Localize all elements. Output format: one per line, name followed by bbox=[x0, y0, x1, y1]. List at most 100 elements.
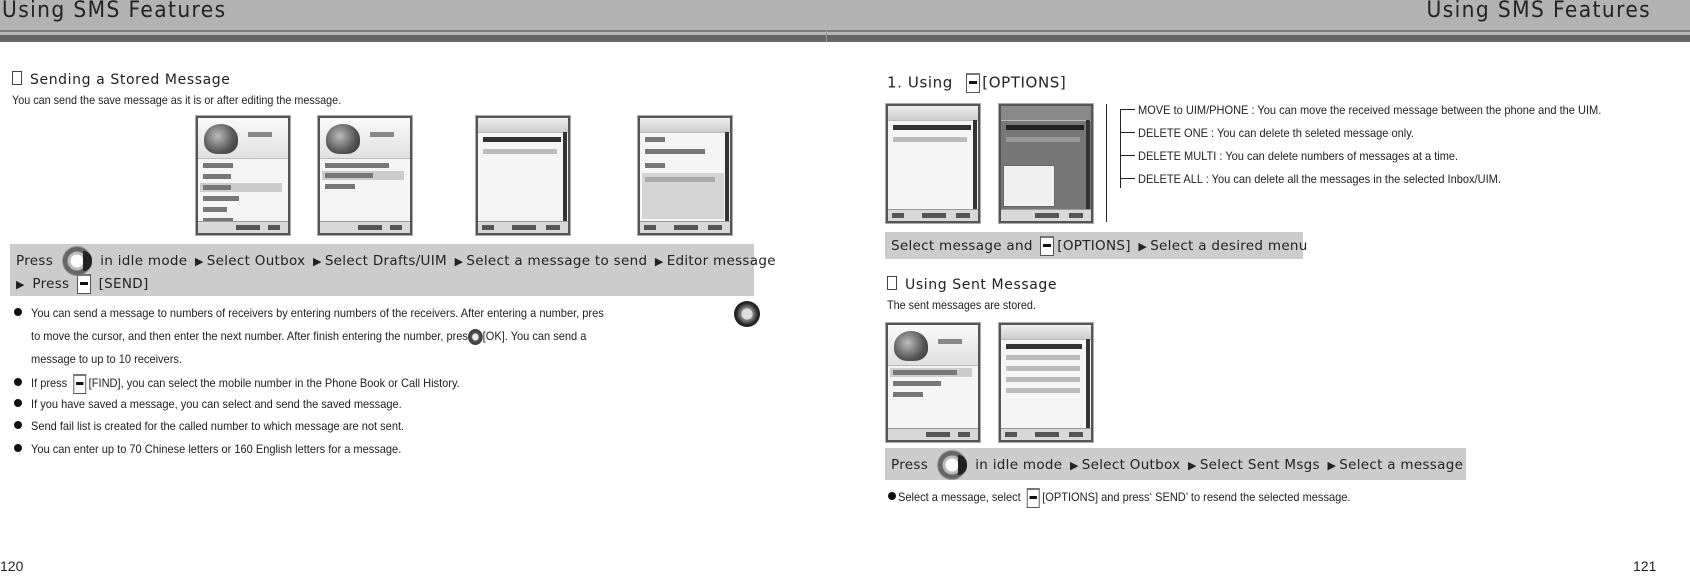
soft-key-icon bbox=[966, 73, 981, 93]
bullet-continuation: message to up to 10 receivers. bbox=[31, 352, 195, 366]
phone-screenshot-editor bbox=[638, 116, 732, 235]
bullet-text: If you have saved a message, you can sel… bbox=[31, 397, 402, 411]
bullet-continuation: to move the cursor, and then enter the n… bbox=[31, 329, 635, 345]
bullet-item: If you have saved a message, you can sel… bbox=[14, 397, 434, 411]
bullet-dot-icon bbox=[14, 308, 22, 316]
menu-item-text: DELETE ONE : You can delete th seleted m… bbox=[1138, 126, 1414, 140]
arrow-right-icon: ▶ bbox=[313, 255, 322, 268]
arrow-right-icon: ▶ bbox=[1188, 459, 1197, 472]
instruction-text: Select message and bbox=[891, 238, 1033, 254]
options-label: [OPTIONS] bbox=[982, 73, 1067, 92]
menu-item-delete-one: DELETE ONE : You can delete th seleted m… bbox=[1120, 126, 1438, 140]
note-text-part: [OPTIONS] and press‘ SEND’ to resend the… bbox=[1042, 490, 1351, 505]
section-title-text: 1. Using bbox=[887, 73, 953, 92]
menu-item-text: MOVE to UIM/PHONE : You can move the rec… bbox=[1138, 103, 1602, 117]
section-title-using-options: 1. Using [OPTIONS] bbox=[887, 73, 1066, 93]
press-label: Press bbox=[32, 276, 70, 292]
section-title-sending-stored: Sending a Stored Message bbox=[12, 71, 231, 88]
page-number-right: 121 bbox=[1633, 558, 1657, 574]
soft-key-icon bbox=[1040, 236, 1055, 256]
bullet-dot-icon bbox=[14, 399, 22, 407]
arrow-right-icon: ▶ bbox=[1069, 459, 1079, 472]
step-text: Editor message bbox=[666, 253, 776, 269]
step-text: Select a message bbox=[1339, 457, 1464, 473]
arrow-right-icon: ▶ bbox=[654, 255, 664, 268]
section-title-text: Using Sent Message bbox=[905, 277, 1058, 293]
phone-screenshot-outbox-sent bbox=[886, 323, 980, 442]
section-title-using-sent: Using Sent Message bbox=[887, 276, 1057, 293]
section-title-text: Sending a Stored Message bbox=[30, 72, 231, 88]
right-header-title: Using SMS Features bbox=[1426, 0, 1651, 23]
section-bullet-icon bbox=[12, 71, 22, 85]
phone-screenshot-outbox bbox=[318, 116, 412, 235]
bullet-text: You can send a message to numbers of rec… bbox=[31, 306, 604, 320]
soft-key-icon bbox=[73, 374, 86, 394]
bullet-item: Send fail list is created for the called… bbox=[14, 419, 437, 433]
bullet-text: You can enter up to 70 Chinese letters o… bbox=[31, 442, 402, 456]
header-rule bbox=[0, 35, 1690, 42]
navigation-key-icon bbox=[61, 246, 92, 276]
bullet-text: If press [FIND], you can select the mobi… bbox=[31, 374, 460, 394]
bullet-text-part: to move the cursor, and then enter the n… bbox=[31, 329, 468, 344]
bullet-text: Select a message, select [OPTIONS] and p… bbox=[898, 488, 1350, 508]
bullet-item: You can send a message to numbers of rec… bbox=[14, 306, 654, 320]
divider-line bbox=[1106, 104, 1107, 222]
left-header-title: Using SMS Features bbox=[2, 0, 227, 23]
soft-key-icon bbox=[1026, 488, 1040, 508]
navigation-key-icon bbox=[734, 301, 760, 327]
step-text: Select Drafts/UIM bbox=[324, 253, 447, 269]
step-text: Select Sent Msgs bbox=[1199, 457, 1320, 473]
bullet-text-part: If press bbox=[31, 376, 68, 391]
step-text: Select Outbox bbox=[1081, 457, 1181, 473]
arrow-right-icon: ▶ bbox=[454, 255, 464, 268]
bullet-text: message to up to 10 receivers. bbox=[31, 352, 182, 366]
section-intro: You can send the save message as it is o… bbox=[12, 93, 342, 107]
soft-key-icon bbox=[76, 274, 91, 294]
instruction-bar-send-stored: Press in idle mode ▶ Select Outbox ▶ Selec… bbox=[10, 244, 776, 296]
instruction-bar-sent: Press in idle mode ▶ Select Outbox ▶ Selec… bbox=[885, 448, 1466, 480]
note-resend: Select a message, select [OPTIONS] and p… bbox=[888, 488, 1390, 508]
step-text: in idle mode bbox=[975, 457, 1063, 473]
ok-key-icon bbox=[467, 329, 483, 345]
bullet-text: to move the cursor, and then enter the n… bbox=[31, 329, 586, 345]
menu-item-text: DELETE ALL : You can delete all the mess… bbox=[1138, 172, 1501, 186]
step-text: Select Outbox bbox=[206, 253, 306, 269]
page-header: Using SMS Features Using SMS Features bbox=[0, 0, 1690, 42]
arrow-right-icon: ▶ bbox=[194, 255, 204, 268]
menu-item-text: DELETE MULTI : You can delete numbers of… bbox=[1138, 149, 1459, 163]
phone-screenshot-drafts bbox=[476, 116, 570, 235]
section-intro: The sent messages are stored. bbox=[887, 298, 1036, 312]
bullet-text-part: [OK]. You can send a bbox=[482, 329, 587, 344]
step-text: in idle mode bbox=[100, 253, 188, 269]
navigation-key-icon bbox=[936, 450, 967, 480]
bullet-text-part: [FIND], you can select the mobile number… bbox=[88, 376, 460, 391]
menu-item-delete-multi: DELETE MULTI : You can delete numbers of… bbox=[1120, 149, 1486, 163]
phone-screenshot-inbox bbox=[886, 104, 980, 223]
bullet-dot-icon bbox=[14, 444, 22, 452]
phone-screenshot-menu bbox=[196, 116, 290, 235]
step-text: Select a message to send bbox=[466, 253, 648, 269]
page-split bbox=[826, 30, 827, 42]
bullet-item: If press [FIND], you can select the mobi… bbox=[14, 374, 497, 394]
note-text-part: Select a message, select bbox=[898, 490, 1021, 505]
bullet-dot-icon bbox=[14, 421, 22, 429]
arrow-right-icon: ▶ bbox=[1138, 240, 1148, 253]
bullet-text: Send fail list is created for the called… bbox=[31, 419, 405, 433]
menu-item-move: MOVE to UIM/PHONE : You can move the rec… bbox=[1120, 103, 1642, 117]
arrow-right-icon: ▶ bbox=[1327, 459, 1337, 472]
menu-item-delete-all: DELETE ALL : You can delete all the mess… bbox=[1120, 172, 1532, 186]
bullet-item: You can enter up to 70 Chinese letters o… bbox=[14, 442, 433, 456]
options-label: [OPTIONS] bbox=[1057, 238, 1131, 254]
section-bullet-icon bbox=[887, 276, 897, 290]
arrow-right-icon: ▶ bbox=[16, 278, 25, 291]
options-menu-tree: MOVE to UIM/PHONE : You can move the rec… bbox=[1120, 103, 1680, 223]
instruction-bar-options: Select message and [OPTIONS] ▶ Select a d… bbox=[885, 232, 1307, 259]
phone-screenshot-sent-msgs bbox=[999, 323, 1093, 442]
press-label: Press bbox=[891, 457, 929, 473]
bullet-dot-icon bbox=[14, 378, 22, 387]
step-text: Select a desired menu bbox=[1150, 238, 1308, 254]
bullet-dot-icon bbox=[888, 492, 896, 501]
send-label: [SEND] bbox=[98, 276, 149, 292]
page-number-left: 120 bbox=[0, 558, 24, 574]
phone-screenshot-options-menu bbox=[999, 104, 1093, 223]
